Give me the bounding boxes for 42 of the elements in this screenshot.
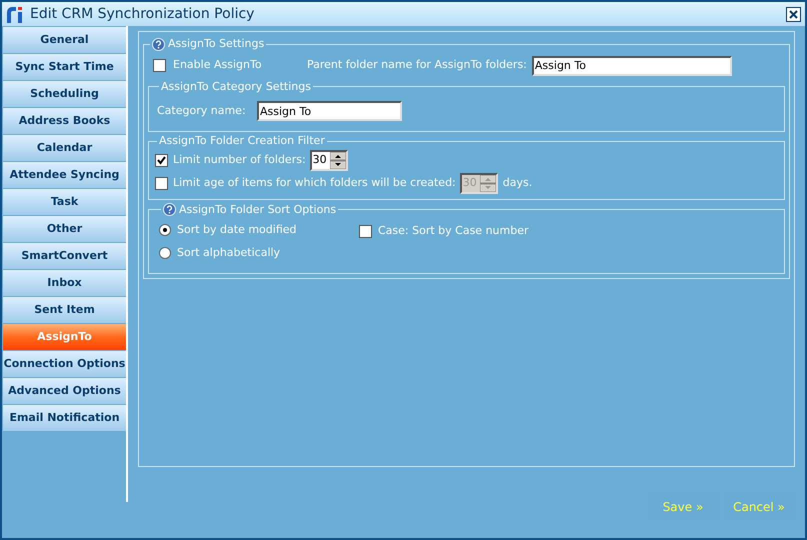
group-title: AssignTo Folder Sort Options xyxy=(179,202,336,218)
sidebar-tab[interactable]: Task xyxy=(3,189,126,215)
radio-button[interactable] xyxy=(159,224,171,236)
field-label: Sort by date modified xyxy=(177,222,296,238)
window-title: Edit CRM Synchronization Policy xyxy=(30,4,256,24)
sidebar-tab[interactable]: Other xyxy=(3,216,126,242)
close-button[interactable] xyxy=(786,6,801,22)
sidebar-tab[interactable]: General xyxy=(3,27,126,53)
sidebar-tab[interactable]: Scheduling xyxy=(3,81,126,107)
sidebar-tab[interactable]: Inbox xyxy=(3,270,126,296)
field-label: Sort alphabetically xyxy=(177,244,280,261)
spin-arrows-icon[interactable] xyxy=(330,152,346,169)
sidebar-tab[interactable]: SmartConvert xyxy=(3,243,126,269)
field-label: Limit age of items for which folders will be created: xyxy=(173,175,456,192)
spin-box[interactable]: 30 xyxy=(310,150,348,171)
group-title: AssignTo Folder Creation Filter xyxy=(159,133,325,149)
field-label: Limit number of folders: xyxy=(173,152,306,168)
field-label: Parent folder name for AssignTo folders: xyxy=(307,57,527,74)
app-logo-icon xyxy=(6,6,24,22)
radio-button[interactable] xyxy=(159,247,171,259)
field-label: days. xyxy=(502,175,532,192)
group-title: AssignTo Category Settings xyxy=(161,78,311,94)
field-label: Enable AssignTo xyxy=(173,57,263,74)
sidebar-tab[interactable]: Address Books xyxy=(3,108,126,134)
sidebar-tab[interactable]: Advanced Options xyxy=(3,378,126,404)
text-field[interactable]: Assign To xyxy=(532,56,732,76)
checkbox[interactable] xyxy=(155,154,168,167)
sidebar-tab[interactable]: Sync Start Time xyxy=(3,54,126,80)
checkbox[interactable] xyxy=(153,59,166,72)
field-label: Case: Sort by Case number xyxy=(378,222,529,239)
sidebar-tab[interactable]: Email Notification xyxy=(3,405,126,431)
checkbox[interactable] xyxy=(359,224,372,238)
field-label: Category name: xyxy=(157,102,247,119)
sidebar-tab[interactable]: Sent Item xyxy=(3,297,126,323)
sidebar-tab[interactable]: Connection Options xyxy=(3,351,126,377)
sidebar-tab[interactable]: Attendee Syncing xyxy=(3,162,126,188)
group-title: AssignTo Settings xyxy=(168,36,264,52)
text-field[interactable]: Assign To xyxy=(257,101,402,121)
help-icon[interactable] xyxy=(163,203,176,216)
help-icon[interactable] xyxy=(152,38,165,51)
close-icon xyxy=(789,10,798,18)
sidebar-tab[interactable]: Calendar xyxy=(3,135,126,161)
